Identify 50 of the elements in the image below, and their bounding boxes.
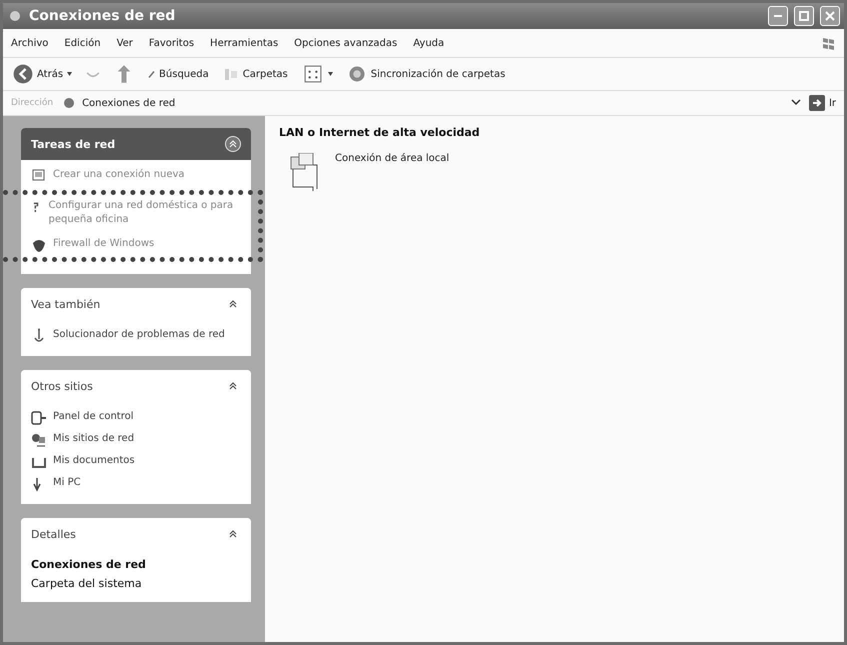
pen-icon [148, 70, 156, 78]
collapse-icon [229, 140, 237, 148]
views-icon [302, 65, 324, 83]
menu-item[interactable]: Archivo [11, 38, 48, 48]
toolbar-icon-button[interactable] [302, 65, 333, 83]
shield-icon [31, 237, 47, 253]
task-link[interactable]: Solucionador de problemas de red [31, 328, 241, 344]
collapse-icon [229, 530, 237, 538]
toolbar-button[interactable]: Búsqueda [148, 68, 209, 80]
close-button[interactable] [820, 6, 840, 26]
panel-title: Detalles [31, 528, 76, 540]
window-title: Conexiones de red [29, 8, 176, 24]
collapse-icon [229, 300, 237, 308]
panel-title: Tareas de red [31, 138, 116, 150]
task-link[interactable]: Crear una conexión nueva [31, 168, 241, 184]
collapse-button[interactable] [225, 136, 241, 152]
menu-item[interactable]: Ver [116, 38, 133, 48]
task-link[interactable]: Firewall de Windows [31, 237, 242, 253]
dropdown-caret-icon [67, 72, 72, 76]
minimize-icon [774, 15, 782, 17]
address-field[interactable]: Conexiones de red [61, 95, 783, 111]
task-link[interactable]: Mis documentos [31, 454, 241, 470]
details-description: Carpeta del sistema [31, 577, 143, 590]
toolbar-button[interactable]: Atrás [13, 64, 72, 84]
dropdown-caret-icon[interactable] [790, 99, 801, 107]
connection-item[interactable]: Conexión de área local [279, 153, 830, 193]
minimize-button[interactable] [768, 6, 788, 26]
maximize-button[interactable] [794, 6, 814, 26]
collapse-icon [229, 382, 237, 390]
address-label: Dirección [11, 98, 54, 108]
details-name: Conexiones de red [31, 558, 147, 571]
task-link[interactable]: Configurar una red doméstica o para pequeña oficina [31, 199, 242, 227]
task-link[interactable]: Panel de control [31, 410, 241, 426]
group-heading: LAN o Internet de alta velocidad [279, 126, 481, 139]
menu-item[interactable]: Opciones avanzadas [294, 38, 398, 48]
task-link[interactable]: Mis sitios de red [31, 432, 241, 448]
menu-item[interactable]: Favoritos [148, 38, 194, 48]
go-button[interactable]: Ir [808, 95, 836, 111]
close-icon [825, 11, 835, 21]
menu-item[interactable]: Herramientas [210, 38, 278, 48]
toolbar-button[interactable]: Carpetas [222, 66, 288, 82]
menu-item[interactable]: Edición [64, 38, 101, 48]
windows-flag-icon [820, 35, 836, 51]
panel-title: Vea también [31, 298, 100, 310]
panel-title: Otros sitios [31, 380, 93, 392]
maximize-icon [799, 11, 809, 21]
task-link[interactable]: Mi PC [31, 476, 241, 492]
menu-item[interactable]: Ayuda [413, 38, 444, 48]
dropdown-caret-icon [328, 72, 333, 76]
toolbar-button[interactable]: Sincronización de carpetas [346, 64, 506, 84]
